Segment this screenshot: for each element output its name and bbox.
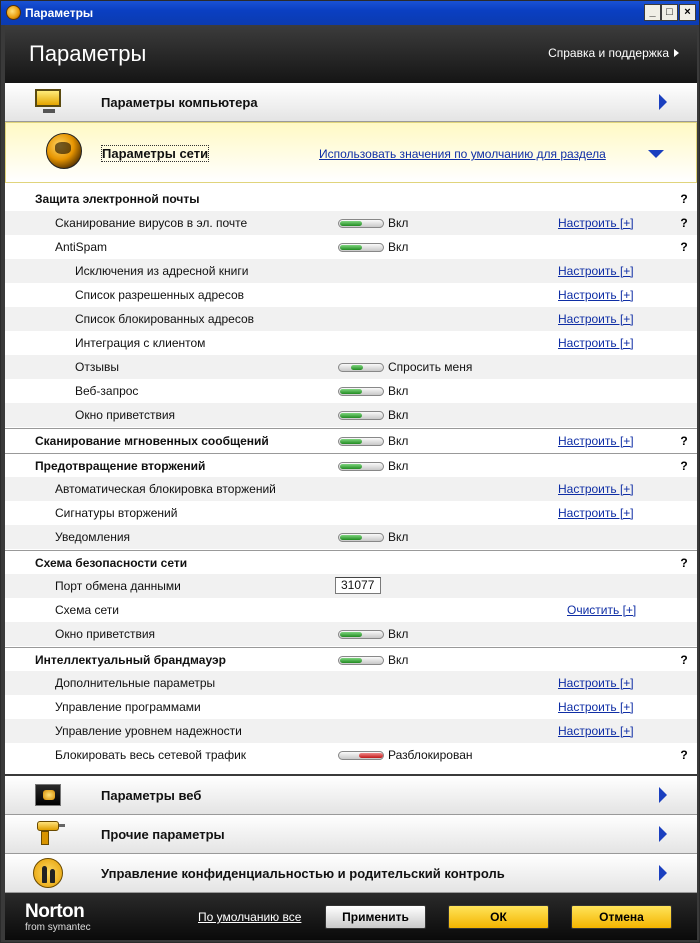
norton-app-icon <box>6 5 21 20</box>
help-arrow-icon <box>674 49 679 57</box>
cancel-button[interactable]: Отмена <box>571 905 672 929</box>
help-support-link[interactable]: Справка и поддержка <box>548 46 669 60</box>
feedback-toggle[interactable] <box>338 363 384 372</box>
category-computer[interactable]: Параметры компьютера <box>5 83 697 122</box>
globe-icon <box>46 133 82 169</box>
apply-button[interactable]: Применить <box>325 905 426 929</box>
chevron-right-icon[interactable] <box>659 94 667 110</box>
web-query-toggle[interactable] <box>338 387 384 396</box>
row-client-integration: Интеграция с клиентом Настроить [+] <box>75 336 634 350</box>
restore-all-defaults-link[interactable]: По умолчанию все <box>198 910 301 924</box>
row-data-port: Порт обмена данными 31077 <box>5 574 697 598</box>
page-title: Параметры <box>29 41 147 66</box>
help-icon[interactable]: ? <box>677 434 691 448</box>
advanced-settings-configure-link[interactable]: Настроить [+] <box>558 676 634 690</box>
minimize-button[interactable]: _ <box>644 4 661 21</box>
window-title: Параметры <box>25 6 94 20</box>
block-all-traffic-toggle[interactable] <box>338 751 384 760</box>
antispam-toggle[interactable] <box>338 243 384 252</box>
row-web-query: Веб-запрос Вкл <box>75 384 409 398</box>
drill-icon <box>35 819 65 845</box>
program-control-configure-link[interactable]: Настроить [+] <box>558 700 634 714</box>
close-button[interactable]: × <box>679 4 696 21</box>
footer: Norton from symantec По умолчанию все Пр… <box>5 893 697 940</box>
category-other-label: Прочие параметры <box>101 827 225 842</box>
category-web-label: Параметры веб <box>101 788 202 803</box>
row-advanced-settings: Дополнительные параметры Настроить [+] <box>5 671 697 695</box>
norton-logo-sub: from symantec <box>25 922 91 933</box>
network-map-clear-link[interactable]: Очистить [+] <box>567 603 636 617</box>
row-address-book-exclusions: Исключения из адресной книги Настроить [… <box>5 259 697 283</box>
section-network-security-map: Схема безопасности сети ? <box>5 550 697 574</box>
category-network[interactable]: Параметры сети Использовать значения по … <box>5 122 697 183</box>
category-computer-label: Параметры компьютера <box>101 95 258 110</box>
email-virus-scan-configure-link[interactable]: Настроить [+] <box>558 216 634 230</box>
family-icon <box>33 858 63 888</box>
address-book-configure-link[interactable]: Настроить [+] <box>558 264 634 278</box>
title-bar[interactable]: Параметры _ □ × <box>1 1 699 25</box>
category-web[interactable]: Параметры веб <box>5 776 697 815</box>
category-other[interactable]: Прочие параметры <box>5 815 697 854</box>
instant-messaging-configure-link[interactable]: Настроить [+] <box>558 434 634 448</box>
row-feedback: Отзывы Спросить меня <box>5 355 697 379</box>
section-instant-messaging: Сканирование мгновенных сообщений Вкл На… <box>5 428 697 452</box>
client-integration-configure-link[interactable]: Настроить [+] <box>558 336 634 350</box>
chevron-right-icon[interactable] <box>659 865 667 881</box>
row-notifications: Уведомления Вкл <box>5 525 697 549</box>
blocked-list-configure-link[interactable]: Настроить [+] <box>558 312 634 326</box>
row-trust-control: Управление уровнем надежности Настроить … <box>5 719 697 743</box>
trust-control-configure-link[interactable]: Настроить [+] <box>558 724 634 738</box>
signatures-configure-link[interactable]: Настроить [+] <box>558 506 634 520</box>
help-icon[interactable]: ? <box>677 556 691 570</box>
welcome-screen-2-toggle[interactable] <box>338 630 384 639</box>
row-program-control: Управление программами Настроить [+] <box>55 700 634 714</box>
email-virus-scan-toggle[interactable] <box>338 219 384 228</box>
category-privacy[interactable]: Управление конфиденциальностью и родител… <box>5 854 697 893</box>
row-intrusion-signatures: Сигнатуры вторжений Настроить [+] <box>55 506 634 520</box>
section-intrusion-prevention: Предотвращение вторжений Вкл ? <box>5 453 697 477</box>
allowed-list-configure-link[interactable]: Настроить [+] <box>558 288 634 302</box>
row-welcome-screen-2: Окно приветствия Вкл <box>5 622 697 646</box>
row-welcome-screen: Окно приветствия Вкл <box>5 403 697 427</box>
help-icon[interactable]: ? <box>677 216 691 230</box>
chevron-down-icon[interactable] <box>648 150 664 158</box>
row-allowed-list: Список разрешенных адресов Настроить [+] <box>75 288 634 302</box>
maximize-button[interactable]: □ <box>661 4 678 21</box>
web-icon <box>35 784 61 806</box>
notifications-toggle[interactable] <box>338 533 384 542</box>
help-icon[interactable]: ? <box>677 240 691 254</box>
chevron-right-icon[interactable] <box>659 787 667 803</box>
parameters-window: Параметры _ □ × Параметры Справка и подд… <box>0 0 700 943</box>
category-privacy-label: Управление конфиденциальностью и родител… <box>101 866 505 881</box>
row-antispam: AntiSpam Вкл ? <box>5 235 697 259</box>
norton-logo: Norton <box>25 901 85 922</box>
help-icon[interactable]: ? <box>677 192 691 206</box>
welcome-screen-toggle[interactable] <box>338 411 384 420</box>
row-network-map: Схема сети Очистить [+] <box>55 603 637 617</box>
chevron-right-icon[interactable] <box>659 826 667 842</box>
data-port-input[interactable]: 31077 <box>335 577 381 594</box>
help-icon[interactable]: ? <box>677 459 691 473</box>
ok-button[interactable]: ОК <box>448 905 549 929</box>
row-block-all-traffic: Блокировать весь сетевой трафик Разблоки… <box>5 743 697 767</box>
network-settings-list: Защита электронной почты ? Сканирование … <box>5 183 697 774</box>
use-defaults-link[interactable]: Использовать значения по умолчанию для р… <box>319 147 606 161</box>
row-blocked-list: Список блокированных адресов Настроить [… <box>5 307 697 331</box>
intrusion-prevention-toggle[interactable] <box>338 462 384 471</box>
section-email-protection: Защита электронной почты ? <box>5 187 697 211</box>
row-auto-block: Автоматическая блокировка вторжений Наст… <box>5 477 697 501</box>
help-icon[interactable]: ? <box>677 653 691 667</box>
instant-messaging-toggle[interactable] <box>338 437 384 446</box>
section-smart-firewall: Интеллектуальный брандмауэр Вкл ? <box>5 647 697 671</box>
help-icon[interactable]: ? <box>677 748 691 762</box>
smart-firewall-toggle[interactable] <box>338 656 384 665</box>
category-network-label: Параметры сети <box>100 145 210 162</box>
auto-block-configure-link[interactable]: Настроить [+] <box>558 482 634 496</box>
header: Параметры Справка и поддержка <box>5 25 697 83</box>
row-email-virus-scan: Сканирование вирусов в эл. почте Вкл Нас… <box>5 211 697 235</box>
monitor-icon <box>33 89 63 115</box>
